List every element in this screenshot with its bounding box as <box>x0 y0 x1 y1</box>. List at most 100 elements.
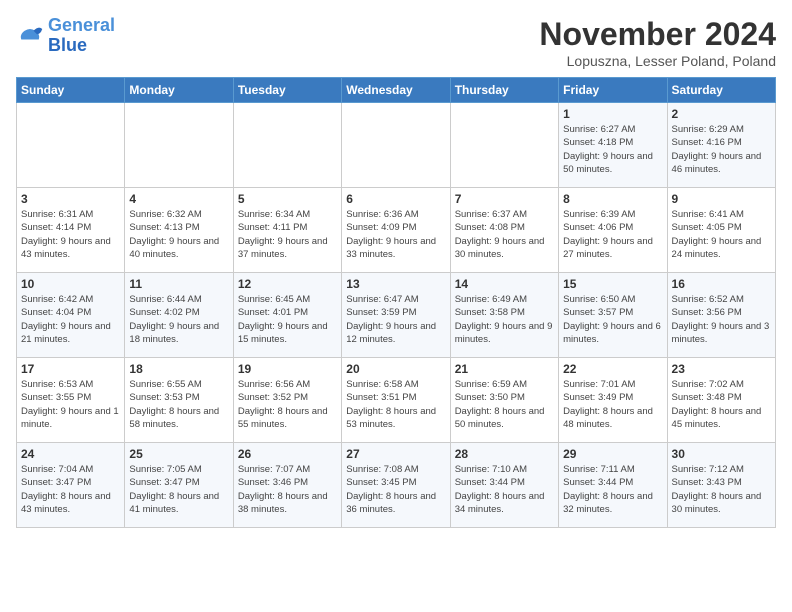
calendar-cell: 24Sunrise: 7:04 AM Sunset: 3:47 PM Dayli… <box>17 443 125 528</box>
calendar-cell: 28 Sunrise: 7:10 AM Sunset: 3:44 PM Dayli… <box>450 443 558 528</box>
col-header-friday: Friday <box>559 78 667 103</box>
day-info: Sunrise: 7:12 AM Sunset: 3:43 PM Dayligh… <box>672 463 771 516</box>
day-number: 14 <box>455 277 554 291</box>
day-info: Sunrise: 7:02 AM Sunset: 3:48 PM Dayligh… <box>672 378 771 431</box>
logo: General Blue <box>16 16 115 56</box>
calendar-cell: 2 Sunrise: 6:29 AM Sunset: 4:16 PM Daylig… <box>667 103 775 188</box>
day-number: 25 <box>129 447 228 461</box>
day-number: 6 <box>346 192 445 206</box>
calendar-cell <box>342 103 450 188</box>
calendar-table: SundayMondayTuesdayWednesdayThursdayFrid… <box>16 77 776 528</box>
calendar-cell: 29Sunrise: 7:11 AM Sunset: 3:44 PM Dayli… <box>559 443 667 528</box>
day-number: 7 <box>455 192 554 206</box>
calendar-cell: 4 Sunrise: 6:32 AM Sunset: 4:13 PM Daylig… <box>125 188 233 273</box>
day-number: 19 <box>238 362 337 376</box>
day-number: 21 <box>455 362 554 376</box>
day-number: 22 <box>563 362 662 376</box>
day-info: Sunrise: 7:08 AM Sunset: 3:45 PM Dayligh… <box>346 463 445 516</box>
day-number: 12 <box>238 277 337 291</box>
day-number: 30 <box>672 447 771 461</box>
day-info: Sunrise: 6:47 AM Sunset: 3:59 PM Dayligh… <box>346 293 445 346</box>
col-header-sunday: Sunday <box>17 78 125 103</box>
week-row-1: 3Sunrise: 6:31 AM Sunset: 4:14 PM Daylig… <box>17 188 776 273</box>
calendar-cell: 18Sunrise: 6:55 AM Sunset: 3:53 PM Dayli… <box>125 358 233 443</box>
page-header: General Blue November 2024 Lopuszna, Les… <box>16 16 776 69</box>
calendar-cell: 6 Sunrise: 6:36 AM Sunset: 4:09 PM Daylig… <box>342 188 450 273</box>
day-info: Sunrise: 6:45 AM Sunset: 4:01 PM Dayligh… <box>238 293 337 346</box>
day-number: 1 <box>563 107 662 121</box>
calendar-cell: 23 Sunrise: 7:02 AM Sunset: 3:48 PM Dayli… <box>667 358 775 443</box>
day-info: Sunrise: 6:36 AM Sunset: 4:09 PM Dayligh… <box>346 208 445 261</box>
day-info: Sunrise: 7:10 AM Sunset: 3:44 PM Dayligh… <box>455 463 554 516</box>
day-info: Sunrise: 6:27 AM Sunset: 4:18 PM Dayligh… <box>563 123 662 176</box>
calendar-cell <box>450 103 558 188</box>
day-info: Sunrise: 6:42 AM Sunset: 4:04 PM Dayligh… <box>21 293 120 346</box>
calendar-cell: 10 Sunrise: 6:42 AM Sunset: 4:04 PM Dayli… <box>17 273 125 358</box>
calendar-cell <box>17 103 125 188</box>
calendar-cell: 27 Sunrise: 7:08 AM Sunset: 3:45 PM Dayli… <box>342 443 450 528</box>
week-row-2: 10 Sunrise: 6:42 AM Sunset: 4:04 PM Dayli… <box>17 273 776 358</box>
calendar-cell: 14 Sunrise: 6:49 AM Sunset: 3:58 PM Dayli… <box>450 273 558 358</box>
calendar-cell: 11Sunrise: 6:44 AM Sunset: 4:02 PM Dayli… <box>125 273 233 358</box>
day-info: Sunrise: 7:05 AM Sunset: 3:47 PM Dayligh… <box>129 463 228 516</box>
day-info: Sunrise: 6:29 AM Sunset: 4:16 PM Dayligh… <box>672 123 771 176</box>
calendar-cell: 17Sunrise: 6:53 AM Sunset: 3:55 PM Dayli… <box>17 358 125 443</box>
calendar-cell: 26Sunrise: 7:07 AM Sunset: 3:46 PM Dayli… <box>233 443 341 528</box>
day-number: 15 <box>563 277 662 291</box>
calendar-cell: 25 Sunrise: 7:05 AM Sunset: 3:47 PM Dayli… <box>125 443 233 528</box>
day-number: 9 <box>672 192 771 206</box>
week-row-0: 1 Sunrise: 6:27 AM Sunset: 4:18 PM Daylig… <box>17 103 776 188</box>
calendar-header-row: SundayMondayTuesdayWednesdayThursdayFrid… <box>17 78 776 103</box>
day-number: 10 <box>21 277 120 291</box>
day-number: 23 <box>672 362 771 376</box>
day-info: Sunrise: 6:50 AM Sunset: 3:57 PM Dayligh… <box>563 293 662 346</box>
day-number: 20 <box>346 362 445 376</box>
day-info: Sunrise: 6:39 AM Sunset: 4:06 PM Dayligh… <box>563 208 662 261</box>
calendar-cell: 16 Sunrise: 6:52 AM Sunset: 3:56 PM Dayli… <box>667 273 775 358</box>
day-number: 4 <box>129 192 228 206</box>
calendar-cell: 3Sunrise: 6:31 AM Sunset: 4:14 PM Daylig… <box>17 188 125 273</box>
day-number: 2 <box>672 107 771 121</box>
day-number: 27 <box>346 447 445 461</box>
calendar-cell: 12 Sunrise: 6:45 AM Sunset: 4:01 PM Dayli… <box>233 273 341 358</box>
col-header-monday: Monday <box>125 78 233 103</box>
calendar-cell: 15 Sunrise: 6:50 AM Sunset: 3:57 PM Dayli… <box>559 273 667 358</box>
day-info: Sunrise: 6:31 AM Sunset: 4:14 PM Dayligh… <box>21 208 120 261</box>
calendar-cell: 30 Sunrise: 7:12 AM Sunset: 3:43 PM Dayli… <box>667 443 775 528</box>
logo-icon <box>16 22 44 50</box>
day-info: Sunrise: 6:32 AM Sunset: 4:13 PM Dayligh… <box>129 208 228 261</box>
week-row-4: 24Sunrise: 7:04 AM Sunset: 3:47 PM Dayli… <box>17 443 776 528</box>
calendar-cell: 8Sunrise: 6:39 AM Sunset: 4:06 PM Daylig… <box>559 188 667 273</box>
day-number: 16 <box>672 277 771 291</box>
day-info: Sunrise: 6:56 AM Sunset: 3:52 PM Dayligh… <box>238 378 337 431</box>
calendar-cell: 19 Sunrise: 6:56 AM Sunset: 3:52 PM Dayli… <box>233 358 341 443</box>
month-title: November 2024 <box>539 16 776 53</box>
calendar-cell: 7 Sunrise: 6:37 AM Sunset: 4:08 PM Daylig… <box>450 188 558 273</box>
day-info: Sunrise: 6:59 AM Sunset: 3:50 PM Dayligh… <box>455 378 554 431</box>
calendar-cell: 21 Sunrise: 6:59 AM Sunset: 3:50 PM Dayli… <box>450 358 558 443</box>
day-info: Sunrise: 6:37 AM Sunset: 4:08 PM Dayligh… <box>455 208 554 261</box>
day-info: Sunrise: 7:01 AM Sunset: 3:49 PM Dayligh… <box>563 378 662 431</box>
day-info: Sunrise: 6:53 AM Sunset: 3:55 PM Dayligh… <box>21 378 120 431</box>
col-header-thursday: Thursday <box>450 78 558 103</box>
title-block: November 2024 Lopuszna, Lesser Poland, P… <box>539 16 776 69</box>
location: Lopuszna, Lesser Poland, Poland <box>539 53 776 69</box>
day-number: 28 <box>455 447 554 461</box>
calendar-cell: 20Sunrise: 6:58 AM Sunset: 3:51 PM Dayli… <box>342 358 450 443</box>
calendar-cell: 9 Sunrise: 6:41 AM Sunset: 4:05 PM Daylig… <box>667 188 775 273</box>
day-number: 24 <box>21 447 120 461</box>
day-info: Sunrise: 6:49 AM Sunset: 3:58 PM Dayligh… <box>455 293 554 346</box>
calendar-cell: 5 Sunrise: 6:34 AM Sunset: 4:11 PM Daylig… <box>233 188 341 273</box>
calendar-cell: 13 Sunrise: 6:47 AM Sunset: 3:59 PM Dayli… <box>342 273 450 358</box>
day-info: Sunrise: 6:52 AM Sunset: 3:56 PM Dayligh… <box>672 293 771 346</box>
calendar-cell: 22 Sunrise: 7:01 AM Sunset: 3:49 PM Dayli… <box>559 358 667 443</box>
day-number: 11 <box>129 277 228 291</box>
col-header-saturday: Saturday <box>667 78 775 103</box>
week-row-3: 17Sunrise: 6:53 AM Sunset: 3:55 PM Dayli… <box>17 358 776 443</box>
day-info: Sunrise: 6:55 AM Sunset: 3:53 PM Dayligh… <box>129 378 228 431</box>
calendar-cell: 1 Sunrise: 6:27 AM Sunset: 4:18 PM Daylig… <box>559 103 667 188</box>
day-number: 5 <box>238 192 337 206</box>
day-info: Sunrise: 6:41 AM Sunset: 4:05 PM Dayligh… <box>672 208 771 261</box>
day-number: 13 <box>346 277 445 291</box>
day-info: Sunrise: 6:34 AM Sunset: 4:11 PM Dayligh… <box>238 208 337 261</box>
